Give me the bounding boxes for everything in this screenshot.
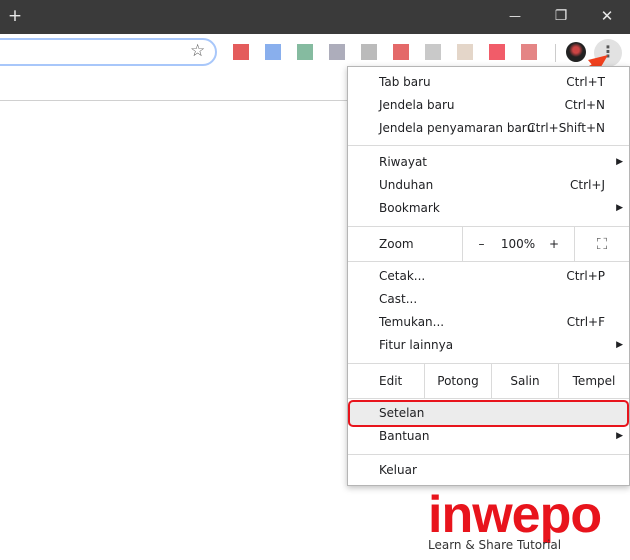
shortcut: Ctrl+P <box>566 269 605 283</box>
bookmark-star-icon[interactable]: ☆ <box>190 41 205 61</box>
edit-row: Edit Potong Salin Tempel <box>348 364 629 398</box>
menu-item-exit[interactable]: Keluar <box>348 459 629 482</box>
label: Cetak... <box>379 269 426 283</box>
submenu-arrow-icon: ▶ <box>616 340 623 350</box>
zoom-in-button[interactable]: + <box>536 227 572 261</box>
menu-item-new-window[interactable]: Jendela baru Ctrl+N <box>348 94 629 117</box>
extension-icon[interactable] <box>489 44 505 60</box>
shortcut: Ctrl+J <box>570 178 605 192</box>
menu-item-bookmarks[interactable]: Bookmark ▶ <box>348 197 629 220</box>
label: Unduhan <box>379 178 434 192</box>
label: Bookmark <box>379 201 440 215</box>
label: Jendela baru <box>379 98 455 112</box>
title-bar: + — ❐ ✕ <box>0 0 630 34</box>
label: Keluar <box>379 463 417 477</box>
paste-button[interactable]: Tempel <box>558 364 629 398</box>
extension-icon[interactable] <box>297 44 313 60</box>
extension-icon[interactable] <box>457 44 473 60</box>
zoom-label: Zoom <box>379 237 414 251</box>
label: Tab baru <box>379 75 431 89</box>
extension-icon[interactable] <box>233 44 249 60</box>
menu-item-new-tab[interactable]: Tab baru Ctrl+T <box>348 71 629 94</box>
separator <box>348 145 629 146</box>
restore-button[interactable]: ❐ <box>546 4 576 28</box>
minimize-button[interactable]: — <box>500 4 530 28</box>
close-button[interactable]: ✕ <box>592 4 622 28</box>
menu-item-more-tools[interactable]: Fitur lainnya ▶ <box>348 334 629 357</box>
menu-item-find[interactable]: Temukan... Ctrl+F <box>348 311 629 334</box>
copy-button[interactable]: Salin <box>491 364 558 398</box>
separator <box>348 261 629 262</box>
menu-item-history[interactable]: Riwayat ▶ <box>348 151 629 174</box>
extension-icon[interactable] <box>361 44 377 60</box>
zoom-row: Zoom – 100% + ⛶ <box>348 227 629 261</box>
zoom-level: 100% <box>500 237 536 251</box>
cut-button[interactable]: Potong <box>424 364 491 398</box>
label: Riwayat <box>379 155 427 169</box>
menu-item-help[interactable]: Bantuan ▶ <box>348 425 629 448</box>
extension-icon[interactable] <box>393 44 409 60</box>
logo-text: inwepo <box>428 486 602 544</box>
toolbar-bottom-border <box>0 100 347 101</box>
shortcut: Ctrl+N <box>564 98 605 112</box>
separator <box>348 398 629 399</box>
submenu-arrow-icon: ▶ <box>616 203 623 213</box>
separator <box>348 454 629 455</box>
fullscreen-icon[interactable]: ⛶ <box>574 227 629 261</box>
label: Fitur lainnya <box>379 338 454 352</box>
shortcut: Ctrl+T <box>566 75 605 89</box>
shortcut: Ctrl+Shift+N <box>527 121 605 135</box>
label: Jendela penyamaran baru <box>379 121 535 135</box>
inwepo-logo: inwepo Learn & Share Tutorial <box>428 486 602 552</box>
submenu-arrow-icon: ▶ <box>616 157 623 167</box>
extension-icon[interactable] <box>265 44 281 60</box>
menu-item-downloads[interactable]: Unduhan Ctrl+J <box>348 174 629 197</box>
submenu-arrow-icon: ▶ <box>616 431 623 441</box>
label: Bantuan <box>379 429 430 443</box>
menu-item-print[interactable]: Cetak... Ctrl+P <box>348 265 629 288</box>
shortcut: Ctrl+F <box>566 315 605 329</box>
menu-item-cast[interactable]: Cast... <box>348 288 629 311</box>
settings-highlight-annotation <box>348 400 629 427</box>
edit-label: Edit <box>379 374 403 388</box>
label: Temukan... <box>379 315 445 329</box>
extension-icon[interactable] <box>425 44 441 60</box>
menu-item-incognito[interactable]: Jendela penyamaran baru Ctrl+Shift+N <box>348 117 629 140</box>
label: Cast... <box>379 292 418 306</box>
address-bar[interactable] <box>0 38 217 66</box>
new-tab-button[interactable]: + <box>0 4 30 28</box>
zoom-out-button[interactable]: – <box>462 227 500 261</box>
extension-icon[interactable] <box>329 44 345 60</box>
